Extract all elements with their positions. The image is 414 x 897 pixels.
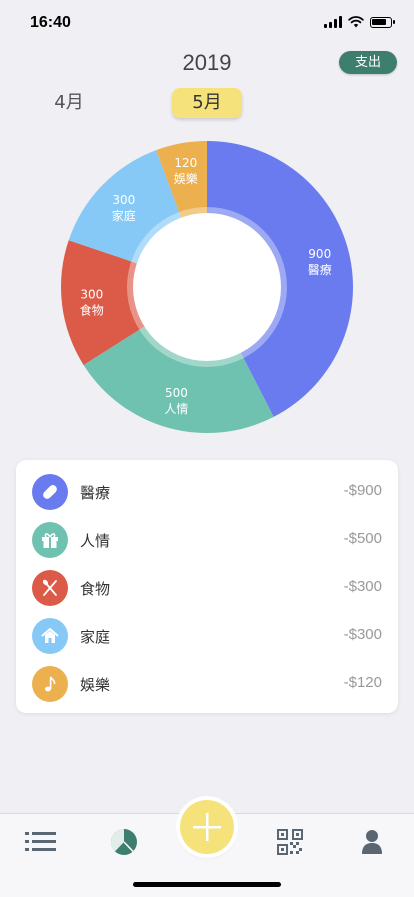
plus-icon	[193, 813, 221, 841]
list-item-amount: -$900	[343, 482, 382, 499]
chart-icon	[110, 829, 137, 855]
house-icon	[32, 618, 68, 654]
list-item-amount: -$300	[343, 578, 382, 595]
music-note-icon	[32, 666, 68, 702]
utensils-icon	[32, 570, 68, 606]
list-icon	[25, 832, 56, 851]
slice-name-label: 食物	[80, 303, 104, 318]
list-item-name: 人情	[80, 532, 111, 550]
list-item-home[interactable]: 家庭 -$300	[16, 612, 398, 660]
expense-donut-chart: 900 醫療 500 人情 300 食物 300 家庭 120 娛樂	[58, 138, 356, 436]
cellular-signal-icon	[324, 16, 342, 28]
prev-month-tab[interactable]: 4月	[44, 88, 94, 118]
list-item-food[interactable]: 食物 -$300	[16, 564, 398, 612]
slice-value-label: 900	[308, 247, 331, 261]
tab-qr[interactable]	[270, 827, 310, 857]
person-icon	[362, 830, 382, 854]
donut-svg: 900醫療500人情300食物300家庭120娛樂	[60, 141, 353, 433]
list-item-social[interactable]: 人情 -$500	[16, 516, 398, 564]
add-expense-button[interactable]	[180, 800, 234, 854]
slice-value-label: 500	[165, 386, 188, 400]
list-item-name: 娛樂	[80, 676, 111, 694]
slice-name-label: 家庭	[112, 208, 136, 223]
wifi-icon	[348, 16, 364, 28]
donut-hole	[133, 213, 281, 361]
pill-icon	[32, 474, 68, 510]
status-bar: 16:40	[0, 0, 414, 48]
slice-name-label: 人情	[164, 402, 188, 416]
list-item-amount: -$300	[343, 626, 382, 643]
list-item-amount: -$120	[343, 674, 382, 691]
status-time: 16:40	[30, 14, 71, 31]
slice-value-label: 120	[174, 156, 197, 170]
gift-icon	[32, 522, 68, 558]
expense-mode-button[interactable]: 支出	[339, 51, 397, 74]
qr-code-icon	[277, 829, 303, 855]
tab-chart[interactable]	[104, 827, 144, 857]
tab-profile[interactable]	[352, 827, 392, 857]
slice-value-label: 300	[112, 193, 135, 207]
list-item-entertainment[interactable]: 娛樂 -$120	[16, 660, 398, 708]
slice-name-label: 醫療	[308, 263, 332, 277]
list-item-name: 食物	[80, 580, 111, 598]
category-list: 醫療 -$900 人情 -$500 食物 -$300 家庭 -$300 娛樂 -…	[16, 460, 398, 713]
home-indicator	[133, 882, 281, 887]
tab-list[interactable]	[21, 827, 61, 857]
slice-value-label: 300	[80, 288, 103, 302]
battery-icon	[370, 16, 395, 28]
list-item-medical[interactable]: 醫療 -$900	[16, 468, 398, 516]
current-month-tab[interactable]: 5月	[172, 88, 242, 118]
slice-name-label: 娛樂	[174, 171, 198, 186]
list-item-name: 醫療	[80, 484, 111, 502]
list-item-amount: -$500	[343, 530, 382, 547]
list-item-name: 家庭	[80, 628, 111, 646]
